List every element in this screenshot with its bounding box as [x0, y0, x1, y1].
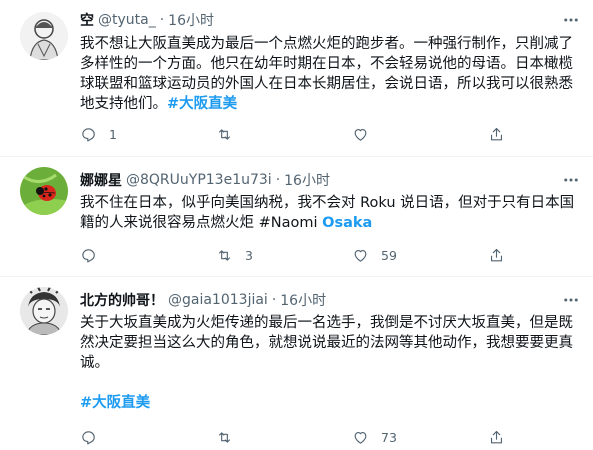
tweet-text: 我不住在日本，似乎向美国纳税，我不会对 Roku 说日语，但对于只有日本国籍的人… [80, 193, 578, 233]
user-handle[interactable]: @gaia1013jiai [168, 292, 268, 308]
avatar[interactable] [20, 12, 68, 60]
share-icon [490, 127, 503, 140]
retweet-icon [218, 128, 231, 140]
tweet-text: 关于大坂直美成为火炬传递的最后一名选手，我倒是不讨厌大坂直美，但是既然决定要担当… [80, 313, 578, 373]
more-icon[interactable] [561, 10, 581, 30]
avatar-image [20, 12, 68, 60]
action-bar: 1 [80, 124, 503, 144]
like-button[interactable]: 73 [352, 427, 397, 447]
separator-dot: · [275, 172, 281, 188]
tweet-header: 娜娜星 @8QRUuYP13e1u73i · 16小时 [80, 170, 330, 190]
hashtag-link[interactable]: #大阪直美 [80, 395, 150, 411]
separator-dot: · [271, 292, 277, 308]
like-icon [354, 128, 367, 141]
tweet-2[interactable]: 娜娜星 @8QRUuYP13e1u73i · 16小时 我不住在日本，似乎向美国… [0, 157, 593, 276]
avatar-image [20, 287, 68, 335]
reply-icon [82, 248, 95, 262]
separator-dot: · [159, 12, 165, 28]
reply-count: 1 [109, 126, 117, 142]
action-bar: 73 [80, 427, 503, 447]
like-button[interactable] [352, 124, 381, 144]
tweet-header: 空 @tyuta_ · 16小时 [80, 10, 214, 30]
retweet-button[interactable]: 3 [216, 245, 253, 265]
user-handle[interactable]: @8QRUuYP13e1u73i [126, 172, 272, 188]
retweet-button[interactable] [216, 427, 245, 447]
tweet-header: 北方的帅哥！ @gaia1013jiai · 16小时 [80, 290, 326, 310]
tweet-body: 我不想让大阪直美成为最后一个点燃火炬的跑步者。一种强行制作，只削减了多样性的一个… [80, 36, 573, 112]
share-button[interactable] [488, 124, 505, 144]
hashtag-link[interactable]: #大阪直美 [167, 96, 237, 112]
like-icon [354, 431, 367, 444]
avatar[interactable] [20, 167, 68, 215]
display-name[interactable]: 娜娜星 [80, 170, 122, 190]
retweet-icon [218, 431, 231, 443]
tweet-text: 我不想让大阪直美成为最后一个点燃火炬的跑步者。一种强行制作，只削减了多样性的一个… [80, 34, 578, 114]
more-icon[interactable] [561, 170, 581, 190]
reply-button[interactable] [80, 245, 109, 265]
tweet-1[interactable]: 空 @tyuta_ · 16小时 我不想让大阪直美成为最后一个点燃火炬的跑步者。… [0, 0, 593, 156]
reply-icon [82, 127, 95, 141]
reply-icon [82, 430, 95, 444]
avatar-image [20, 167, 68, 215]
timestamp[interactable]: 16小时 [284, 170, 330, 190]
more-icon[interactable] [561, 290, 581, 310]
reply-button[interactable] [80, 427, 109, 447]
avatar[interactable] [20, 287, 68, 335]
tweet-body: 关于大坂直美成为火炬传递的最后一名选手，我倒是不讨厌大坂直美，但是既然决定要担当… [80, 315, 573, 371]
share-button[interactable] [488, 245, 505, 265]
display-name[interactable]: 北方的帅哥！ [80, 290, 164, 310]
like-button[interactable]: 59 [352, 245, 397, 265]
user-handle[interactable]: @tyuta_ [98, 12, 156, 28]
timestamp[interactable]: 16小时 [168, 10, 214, 30]
share-button[interactable] [488, 427, 505, 447]
retweet-button[interactable] [216, 124, 245, 144]
display-name[interactable]: 空 [80, 10, 94, 30]
search-highlight: Osaka [322, 215, 373, 231]
reply-button[interactable]: 1 [80, 124, 117, 144]
retweet-count: 3 [245, 247, 253, 263]
timestamp[interactable]: 16小时 [280, 290, 326, 310]
like-icon [354, 249, 367, 262]
like-count: 59 [381, 247, 397, 263]
like-count: 73 [381, 429, 397, 445]
retweet-icon [218, 249, 231, 261]
hashtag-line: #大阪直美 [80, 393, 578, 413]
tweet-3[interactable]: 北方的帅哥！ @gaia1013jiai · 16小时 关于大坂直美成为火炬传递… [0, 277, 593, 450]
share-icon [490, 248, 503, 261]
share-icon [490, 430, 503, 443]
action-bar: 3 59 [80, 245, 503, 265]
